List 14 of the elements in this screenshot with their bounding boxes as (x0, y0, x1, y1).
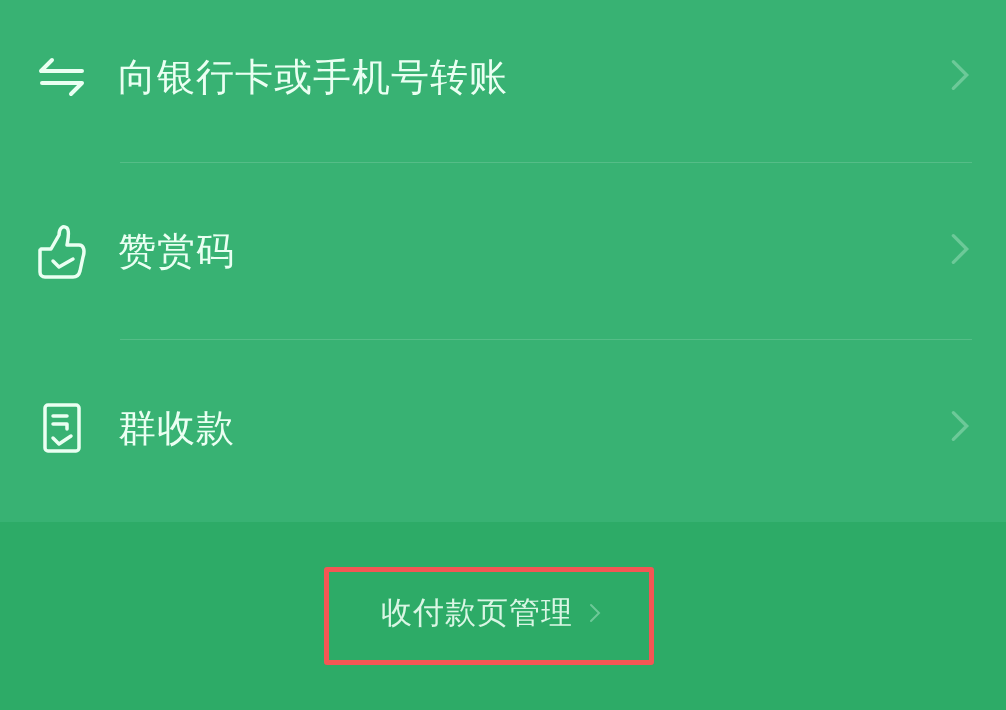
menu-label: 群收款 (118, 404, 236, 452)
menu-item[interactable]: 向银行卡或手机号转账 (0, 0, 1006, 162)
chevron-right-icon (950, 232, 970, 266)
thumbs-up-icon (37, 223, 87, 279)
chevron-right-icon (589, 602, 601, 624)
menu-item[interactable]: 赞赏码 (0, 163, 1006, 339)
menu-label: 赞赏码 (118, 227, 236, 275)
transfer-arrows-icon (38, 57, 86, 97)
menu-label: 向银行卡或手机号转账 (118, 53, 509, 101)
chevron-right-icon (950, 409, 970, 443)
chevron-right-icon (950, 58, 970, 92)
manage-link[interactable]: 收付款页管理 (381, 592, 573, 634)
menu-item[interactable]: 群收款 (0, 340, 1006, 516)
checklist-icon (42, 402, 82, 454)
